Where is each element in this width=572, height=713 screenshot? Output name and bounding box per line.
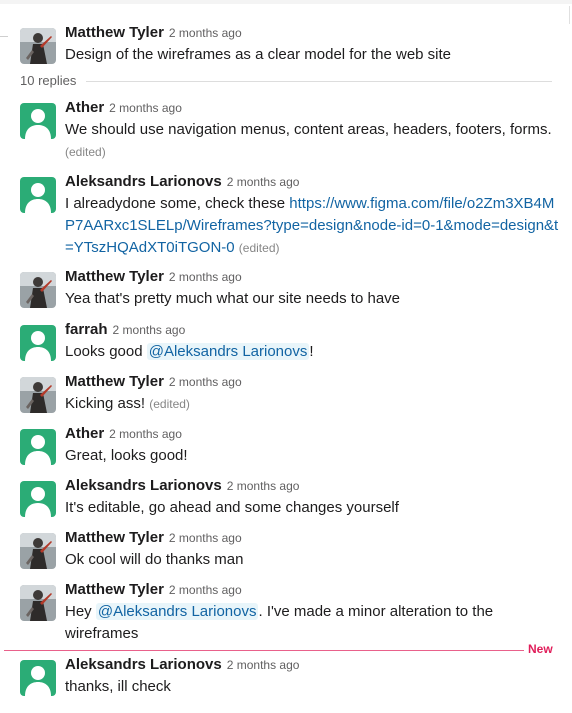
warrior-portrait-icon: [20, 28, 56, 64]
avatar-matthew-tyler[interactable]: [20, 28, 56, 64]
timestamp[interactable]: 2 months ago: [169, 375, 242, 389]
message-text: Looks good @Aleksandrs Larionovs!: [65, 343, 314, 360]
new-messages-divider: [4, 650, 524, 651]
warrior-portrait-icon: [20, 585, 56, 621]
reply-message: Aleksandrs Larionovs 2 months ago thanks,…: [20, 654, 562, 698]
author-name[interactable]: Aleksandrs Larionovs: [65, 173, 222, 190]
reply-message: Matthew Tyler 2 months ago Yea that's pre…: [20, 266, 562, 310]
user-mention[interactable]: @Aleksandrs Larionovs: [95, 603, 259, 620]
reply-message: Aleksandrs Larionovs 2 months ago It's ed…: [20, 475, 562, 519]
avatar-matthew-tyler[interactable]: [20, 533, 56, 569]
user-silhouette-icon: [25, 666, 51, 696]
message-text: Great, looks good!: [65, 447, 188, 464]
author-name[interactable]: Matthew Tyler: [65, 373, 164, 390]
user-silhouette-icon: [25, 183, 51, 213]
message-text: Kicking ass! (edited): [65, 395, 190, 412]
avatar-ather[interactable]: [20, 429, 56, 465]
reply-message: Matthew Tyler 2 months ago Hey @Aleksandr…: [20, 579, 562, 645]
author-name[interactable]: Ather: [65, 425, 104, 442]
user-silhouette-icon: [25, 435, 51, 465]
scrollbar-edge: [569, 6, 570, 24]
reply-message: Ather 2 months ago Great, looks good!: [20, 423, 562, 467]
timestamp[interactable]: 2 months ago: [169, 531, 242, 545]
left-edge-marker: [0, 36, 8, 37]
reply-count: 10 replies: [20, 73, 77, 88]
avatar-ather[interactable]: [20, 103, 56, 139]
top-border: [0, 0, 572, 4]
reply-message: Matthew Tyler 2 months ago Kicking ass! (…: [20, 371, 562, 415]
message-text: Yea that's pretty much what our site nee…: [65, 290, 401, 307]
author-name[interactable]: Aleksandrs Larionovs: [65, 477, 222, 494]
avatar-aleksandrs-larionovs[interactable]: [20, 481, 56, 517]
edited-label: (edited): [238, 241, 280, 255]
message-text: Ok cool will do thanks man: [65, 551, 244, 568]
author-name[interactable]: Matthew Tyler: [65, 529, 164, 546]
author-name[interactable]: Matthew Tyler: [65, 24, 164, 41]
timestamp[interactable]: 2 months ago: [109, 427, 182, 441]
parent-message: Matthew Tyler 2 months ago Design of the …: [20, 22, 562, 66]
timestamp[interactable]: 2 months ago: [169, 270, 242, 284]
timestamp[interactable]: 2 months ago: [113, 323, 186, 337]
timestamp[interactable]: 2 months ago: [109, 101, 182, 115]
timestamp[interactable]: 2 months ago: [169, 583, 242, 597]
author-name[interactable]: Aleksandrs Larionovs: [65, 656, 222, 673]
timestamp[interactable]: 2 months ago: [227, 479, 300, 493]
warrior-portrait-icon: [20, 377, 56, 413]
reply-message: Ather 2 months ago We should use navigati…: [20, 97, 562, 163]
avatar-matthew-tyler[interactable]: [20, 585, 56, 621]
avatar-matthew-tyler[interactable]: [20, 272, 56, 308]
user-silhouette-icon: [25, 331, 51, 361]
message-text: Design of the wireframes as a clear mode…: [65, 46, 452, 63]
reply-message: farrah 2 months ago Looks good @Aleksandr…: [20, 319, 562, 363]
user-mention[interactable]: @Aleksandrs Larionovs: [146, 343, 310, 360]
message-text: I alreadydone some, check these https://…: [65, 195, 559, 256]
avatar-aleksandrs-larionovs[interactable]: [20, 177, 56, 213]
user-silhouette-icon: [25, 487, 51, 517]
avatar-farrah[interactable]: [20, 325, 56, 361]
message-text: We should use navigation menus, content …: [65, 121, 552, 159]
user-silhouette-icon: [25, 109, 51, 139]
author-name[interactable]: farrah: [65, 321, 108, 338]
replies-divider: [86, 81, 552, 82]
author-name[interactable]: Matthew Tyler: [65, 268, 164, 285]
avatar-matthew-tyler[interactable]: [20, 377, 56, 413]
edited-label: (edited): [149, 397, 190, 411]
warrior-portrait-icon: [20, 533, 56, 569]
reply-message: Aleksandrs Larionovs 2 months ago I alrea…: [20, 171, 562, 259]
message-text: It's editable, go ahead and some changes…: [65, 499, 399, 516]
message-text: thanks, ill check: [65, 678, 171, 695]
warrior-portrait-icon: [20, 272, 56, 308]
timestamp[interactable]: 2 months ago: [227, 658, 300, 672]
author-name[interactable]: Ather: [65, 99, 104, 116]
author-name[interactable]: Matthew Tyler: [65, 581, 164, 598]
reply-message: Matthew Tyler 2 months ago Ok cool will d…: [20, 527, 562, 571]
timestamp[interactable]: 2 months ago: [169, 26, 242, 40]
message-text: Hey @Aleksandrs Larionovs. I've made a m…: [65, 603, 494, 642]
edited-label: (edited): [65, 145, 106, 159]
timestamp[interactable]: 2 months ago: [227, 175, 300, 189]
avatar-aleksandrs-larionovs[interactable]: [20, 660, 56, 696]
